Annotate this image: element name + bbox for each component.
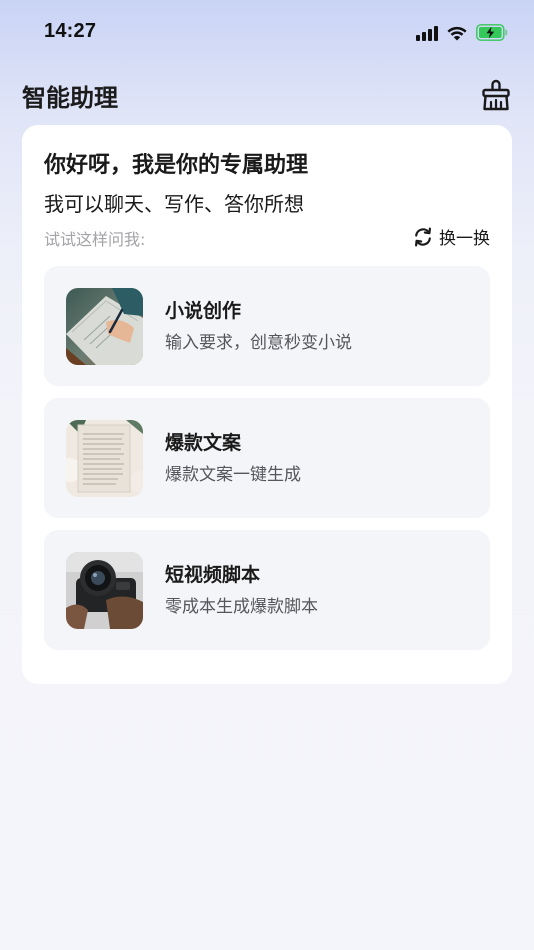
suggestion-desc: 爆款文案一键生成 [165, 465, 301, 485]
suggestion-title: 爆款文案 [165, 432, 242, 454]
suggestion-card-video-script[interactable]: 短视频脚本 零成本生成爆款脚本 [44, 530, 490, 650]
refresh-button[interactable]: 换一换 [412, 224, 490, 249]
writing-photo [66, 288, 143, 365]
refresh-icon [415, 227, 431, 246]
assistant-card: 你好呀，我是你的专属助理 我可以聊天、写作、答你所想 试试这样问我: 换一换 小… [22, 125, 512, 684]
suggestion-desc: 输入要求，创意秒变小说 [165, 333, 352, 353]
status-time: 14:27 [44, 20, 97, 42]
suggestion-title: 短视频脚本 [165, 564, 261, 586]
greeting-text: 你好呀，我是你的专属助理 [44, 153, 309, 178]
signal-icon [416, 25, 438, 41]
clear-chat-button[interactable] [480, 78, 512, 112]
battery-charging-icon [476, 24, 508, 41]
capabilities-text: 我可以聊天、写作、答你所想 [44, 192, 304, 216]
notepaper-photo [66, 420, 143, 497]
refresh-label: 换一换 [439, 229, 490, 249]
suggestion-card-novel[interactable]: 小说创作 输入要求，创意秒变小说 [44, 266, 490, 386]
header: 智能助理 [22, 76, 512, 116]
wifi-icon [446, 25, 468, 41]
suggestion-card-copywriting[interactable]: 爆款文案 爆款文案一键生成 [44, 398, 490, 518]
suggestion-title: 小说创作 [165, 300, 242, 322]
suggestion-desc: 零成本生成爆款脚本 [165, 597, 318, 617]
page-title: 智能助理 [22, 84, 118, 112]
broom-icon [482, 79, 510, 111]
status-icons [416, 24, 508, 41]
try-hint-text: 试试这样问我: [44, 230, 146, 249]
status-bar: 14:27 [0, 0, 534, 70]
camera-photo [66, 552, 143, 629]
